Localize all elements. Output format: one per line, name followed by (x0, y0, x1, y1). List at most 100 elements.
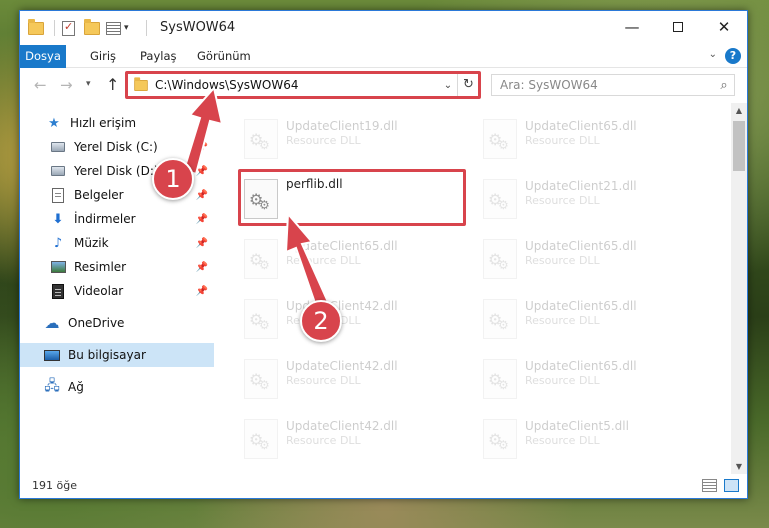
step-2-badge: 2 (300, 300, 342, 342)
address-folder-icon (134, 76, 148, 91)
scroll-thumb[interactable] (733, 121, 745, 171)
expand-ribbon-icon[interactable]: ⌄ (709, 49, 717, 60)
file-item[interactable]: UpdateClient5.dll Resource DLL (477, 413, 707, 469)
customize-toolbar-icon[interactable] (106, 19, 121, 37)
music-icon: ♪ (53, 235, 63, 251)
search-input[interactable]: Ara: SysWOW64 (500, 78, 714, 92)
file-name: UpdateClient65.dll (525, 299, 637, 313)
pictures-icon (50, 259, 66, 275)
sidebar-item-drive-c[interactable]: Yerel Disk (C:) 📌 (20, 135, 214, 159)
sidebar-item-label: Bu bilgisayar (68, 348, 146, 362)
drive-icon (50, 139, 66, 155)
sidebar-item-downloads[interactable]: ⬇ İndirmeler 📌 (20, 207, 214, 231)
sidebar-item-quick-access[interactable]: ★ Hızlı erişim (20, 111, 214, 135)
download-icon: ⬇ (52, 211, 64, 227)
dll-file-icon (483, 239, 517, 279)
file-item[interactable]: UpdateClient65.dll Resource DLL (238, 233, 468, 289)
file-type: Resource DLL (286, 434, 361, 447)
onedrive-icon: ☁ (44, 314, 60, 332)
step-1-badge: 1 (152, 158, 194, 200)
minimize-button[interactable]: — (609, 11, 655, 43)
file-type: Resource DLL (525, 374, 600, 387)
file-item[interactable]: UpdateClient65.dll Resource DLL (477, 113, 707, 169)
vertical-scrollbar[interactable]: ▲ ▼ (731, 103, 747, 475)
sidebar-item-label: Belgeler (74, 188, 124, 202)
quick-access-dropdown-icon[interactable]: ▾ (124, 19, 129, 37)
file-item[interactable]: UpdateClient42.dll Resource DLL (238, 413, 468, 469)
file-item[interactable]: UpdateClient42.dll Resource DLL (238, 293, 468, 349)
sidebar-item-this-pc[interactable]: Bu bilgisayar (20, 343, 214, 367)
file-type: Resource DLL (525, 434, 600, 447)
forward-button[interactable]: → (60, 76, 73, 94)
file-item[interactable]: UpdateClient19.dll Resource DLL (238, 113, 468, 169)
search-icon[interactable]: ⌕ (714, 78, 734, 93)
file-item[interactable]: UpdateClient65.dll Resource DLL (477, 293, 707, 349)
sidebar-item-label: Resimler (74, 260, 127, 274)
pin-icon: 📌 (195, 189, 208, 201)
sidebar-item-videos[interactable]: Videolar 📌 (20, 279, 214, 303)
properties-check-icon[interactable] (62, 19, 75, 37)
file-item[interactable]: UpdateClient21.dll Resource DLL (477, 173, 707, 229)
tab-share[interactable]: Paylaş (140, 45, 177, 68)
file-name: UpdateClient65.dll (286, 239, 398, 253)
maximize-button[interactable] (655, 11, 701, 43)
dll-file-icon (244, 359, 278, 399)
file-name: UpdateClient5.dll (525, 419, 629, 433)
navigation-pane: ★ Hızlı erişim Yerel Disk (C:) 📌 Yerel D… (20, 103, 216, 475)
sidebar-item-music[interactable]: ♪ Müzik 📌 (20, 231, 214, 255)
back-button[interactable]: ← (34, 76, 47, 94)
file-type: Resource DLL (525, 194, 600, 207)
up-button[interactable]: ↑ (106, 75, 119, 94)
pin-icon: 📌 (195, 237, 208, 249)
file-name: UpdateClient19.dll (286, 119, 398, 133)
address-dropdown-icon[interactable]: ⌄ (439, 80, 457, 91)
file-item[interactable]: UpdateClient65.dll Resource DLL (477, 233, 707, 289)
close-button[interactable]: ✕ (701, 11, 747, 43)
sidebar-item-label: Müzik (74, 236, 109, 250)
address-bar[interactable]: C:\Windows\SysWOW64 ⌄ ↻ (126, 73, 480, 97)
sidebar-item-label: Ağ (68, 380, 84, 394)
maximize-icon (673, 22, 683, 32)
file-item[interactable]: UpdateClient65.dll Resource DLL (477, 353, 707, 409)
tab-home[interactable]: Giriş (90, 45, 116, 68)
sidebar-item-pictures[interactable]: Resimler 📌 (20, 255, 214, 279)
file-type: Resource DLL (286, 374, 361, 387)
network-icon: 🖧 (44, 378, 60, 394)
title-separator-2 (146, 20, 147, 36)
sidebar-item-label: Yerel Disk (D:) (74, 164, 159, 178)
file-item-perflib[interactable]: perflib.dll (238, 173, 468, 229)
quick-access-folder-icon[interactable] (28, 18, 44, 37)
sidebar-item-label: İndirmeler (74, 212, 136, 226)
videos-icon (50, 283, 66, 299)
tab-view[interactable]: Görünüm (197, 45, 251, 68)
dll-file-icon (244, 239, 278, 279)
dll-file-icon (244, 419, 278, 459)
dll-file-icon (483, 119, 517, 159)
refresh-button[interactable]: ↻ (457, 74, 479, 96)
address-path[interactable]: C:\Windows\SysWOW64 (155, 78, 439, 92)
details-view-icon[interactable] (702, 479, 717, 492)
status-bar: 191 öğe (20, 474, 747, 498)
file-type: Resource DLL (525, 314, 600, 327)
large-icons-view-icon[interactable] (724, 479, 739, 492)
documents-icon (50, 187, 66, 203)
file-name: UpdateClient21.dll (525, 179, 637, 193)
pin-icon: 📌 (195, 165, 208, 177)
new-folder-icon[interactable] (84, 18, 100, 37)
sidebar-item-label: Hızlı erişim (70, 116, 137, 130)
scroll-up-icon[interactable]: ▲ (731, 103, 747, 119)
file-type: Resource DLL (525, 134, 600, 147)
scroll-down-icon[interactable]: ▼ (731, 459, 747, 475)
search-box[interactable]: Ara: SysWOW64 ⌕ (491, 74, 735, 96)
tab-file[interactable]: Dosya (20, 45, 66, 68)
sidebar-item-onedrive[interactable]: ☁ OneDrive (20, 311, 214, 335)
sidebar-item-label: Videolar (74, 284, 124, 298)
file-name: UpdateClient42.dll (286, 359, 398, 373)
file-item[interactable]: UpdateClient42.dll Resource DLL (238, 353, 468, 409)
sidebar-item-network[interactable]: 🖧 Ağ (20, 375, 214, 399)
dll-file-icon (244, 299, 278, 339)
recent-locations-icon[interactable]: ▾ (86, 79, 91, 89)
file-name: UpdateClient65.dll (525, 359, 637, 373)
pin-icon: 📌 (195, 141, 208, 153)
help-button[interactable]: ? (725, 48, 741, 64)
